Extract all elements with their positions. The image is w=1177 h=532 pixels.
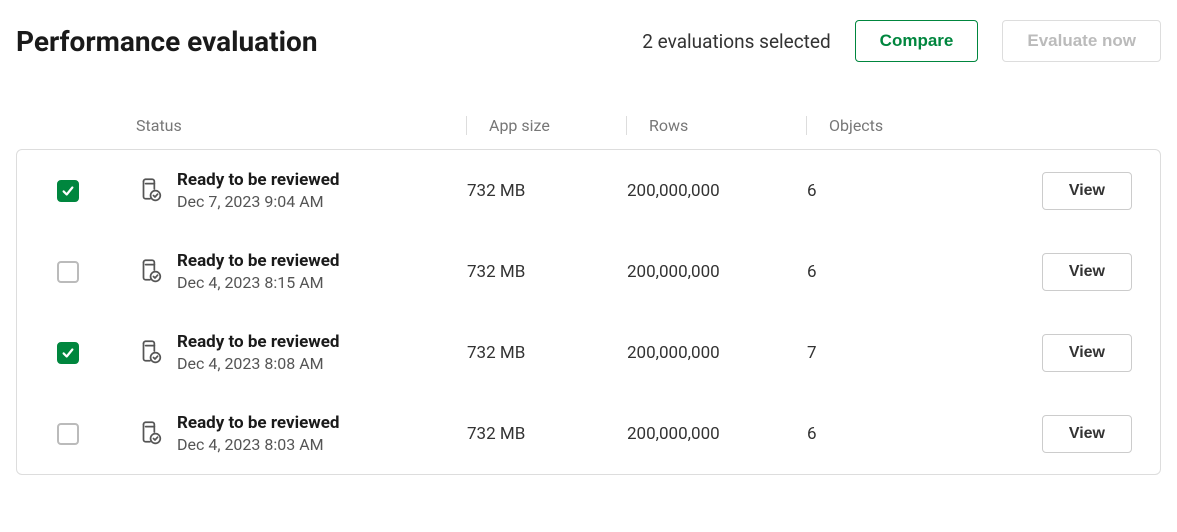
status-text: Ready to be reviewed [177,413,340,433]
column-header-objects: Objects [806,116,946,135]
view-button[interactable]: View [1042,415,1132,453]
status-date: Dec 4, 2023 8:15 AM [177,273,340,292]
compare-button[interactable]: Compare [855,20,979,62]
objects-cell: 6 [807,424,947,444]
column-header-rows: Rows [626,116,806,135]
status-text: Ready to be reviewed [177,170,340,190]
column-header-status: Status [136,116,466,135]
status-text: Ready to be reviewed [177,251,340,271]
view-button[interactable]: View [1042,172,1132,210]
clipboard-check-icon [137,338,163,368]
objects-cell: 7 [807,343,947,363]
table-row: Ready to be reviewed Dec 7, 2023 9:04 AM 7… [17,150,1160,231]
evaluate-now-button[interactable]: Evaluate now [1002,20,1161,62]
view-button[interactable]: View [1042,334,1132,372]
app-size-cell: 732 MB [467,343,627,363]
app-size-cell: 732 MB [467,262,627,282]
rows-cell: 200,000,000 [627,343,807,363]
table-row: Ready to be reviewed Dec 4, 2023 8:15 AM 7… [17,231,1160,312]
row-checkbox[interactable] [57,423,79,445]
app-size-cell: 732 MB [467,424,627,444]
page-title: Performance evaluation [16,25,318,58]
row-checkbox[interactable] [57,261,79,283]
table-row: Ready to be reviewed Dec 4, 2023 8:08 AM 7… [17,312,1160,393]
row-checkbox[interactable] [57,180,79,202]
clipboard-check-icon [137,419,163,449]
view-button[interactable]: View [1042,253,1132,291]
page-header: Performance evaluation 2 evaluations sel… [16,20,1161,62]
app-size-cell: 732 MB [467,181,627,201]
clipboard-check-icon [137,176,163,206]
selection-count: 2 evaluations selected [642,30,830,53]
header-actions: 2 evaluations selected Compare Evaluate … [642,20,1161,62]
column-header-appsize: App size [466,116,626,135]
rows-cell: 200,000,000 [627,424,807,444]
status-text: Ready to be reviewed [177,332,340,352]
clipboard-check-icon [137,257,163,287]
status-date: Dec 4, 2023 8:03 AM [177,435,340,454]
objects-cell: 6 [807,262,947,282]
table-row: Ready to be reviewed Dec 4, 2023 8:03 AM 7… [17,393,1160,474]
objects-cell: 6 [807,181,947,201]
row-checkbox[interactable] [57,342,79,364]
rows-cell: 200,000,000 [627,181,807,201]
status-date: Dec 7, 2023 9:04 AM [177,192,340,211]
evaluation-table: Ready to be reviewed Dec 7, 2023 9:04 AM 7… [16,149,1161,475]
status-date: Dec 4, 2023 8:08 AM [177,354,340,373]
table-header: Status App size Rows Objects [16,102,1161,149]
rows-cell: 200,000,000 [627,262,807,282]
